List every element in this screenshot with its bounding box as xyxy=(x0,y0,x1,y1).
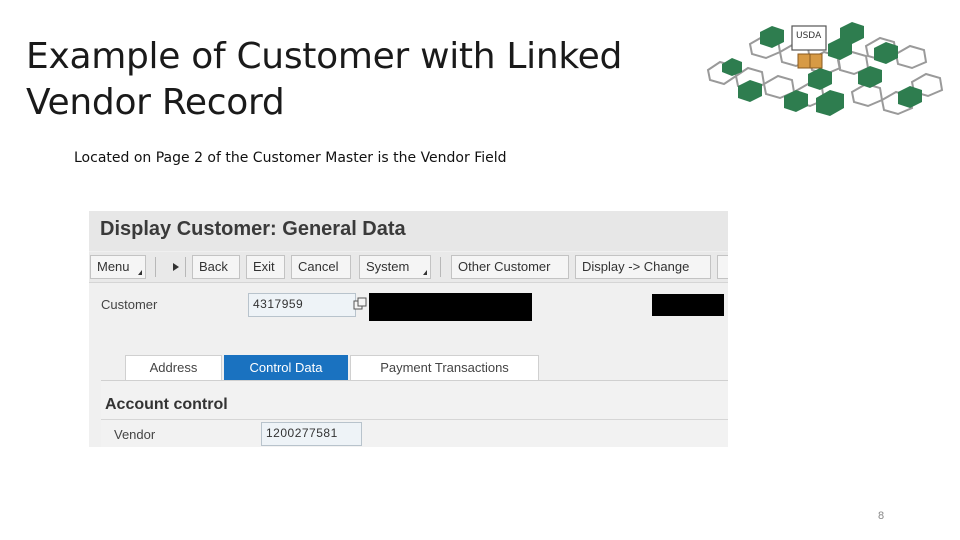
tab-payment-transactions[interactable]: Payment Transactions xyxy=(350,355,539,380)
system-button[interactable]: System xyxy=(359,255,431,279)
redacted-field xyxy=(652,294,724,316)
tab-control-data[interactable]: Control Data xyxy=(224,355,348,380)
vendor-label: Vendor xyxy=(114,427,156,442)
dropdown-caret-icon xyxy=(423,270,427,275)
tab-address[interactable]: Address xyxy=(125,355,222,380)
usda-logo-text: USDA xyxy=(796,31,822,41)
menu-button-label: Menu xyxy=(97,259,130,274)
customer-number-field[interactable]: 4317959 xyxy=(248,293,356,317)
sap-screenshot: Display Customer: General Data Menu Back… xyxy=(89,211,728,447)
exit-button[interactable]: Exit xyxy=(246,255,285,279)
account-control-panel: Account control Vendor 1200277581 xyxy=(101,380,728,447)
toolbar-divider xyxy=(155,257,156,277)
section-divider xyxy=(101,419,728,420)
toolbar-divider xyxy=(440,257,441,277)
toolbar-arrow-icon[interactable] xyxy=(173,263,179,271)
sap-window-title: Display Customer: General Data xyxy=(100,218,406,240)
system-button-label: System xyxy=(366,259,410,274)
toolbar-divider xyxy=(185,257,186,277)
slide-subtitle: Located on Page 2 of the Customer Master… xyxy=(74,150,507,166)
cancel-button[interactable]: Cancel xyxy=(291,255,351,279)
usda-hexagon-logo: USDA xyxy=(706,22,944,116)
slide-title-line-1: Example of Customer with Linked xyxy=(26,36,623,77)
page-number: 8 xyxy=(878,510,885,522)
back-button[interactable]: Back xyxy=(192,255,240,279)
toolbar-overflow-button[interactable] xyxy=(717,255,728,279)
dropdown-caret-icon xyxy=(138,270,142,275)
sap-toolbar: Menu Back Exit Cancel System Other Custo… xyxy=(89,252,728,283)
sap-title-bar: Display Customer: General Data xyxy=(89,211,728,251)
display-change-button[interactable]: Display -> Change xyxy=(575,255,711,279)
redacted-customer-name xyxy=(369,293,532,321)
menu-button[interactable]: Menu xyxy=(90,255,146,279)
slide-title-line-2: Vendor Record xyxy=(26,82,285,123)
customer-label: Customer xyxy=(101,297,158,312)
section-title: Account control xyxy=(105,396,228,413)
copy-icon[interactable] xyxy=(353,297,367,311)
other-customer-button[interactable]: Other Customer xyxy=(451,255,569,279)
vendor-field[interactable]: 1200277581 xyxy=(261,422,362,446)
slide-title: Example of Customer with Linked Vendor R… xyxy=(26,34,666,126)
